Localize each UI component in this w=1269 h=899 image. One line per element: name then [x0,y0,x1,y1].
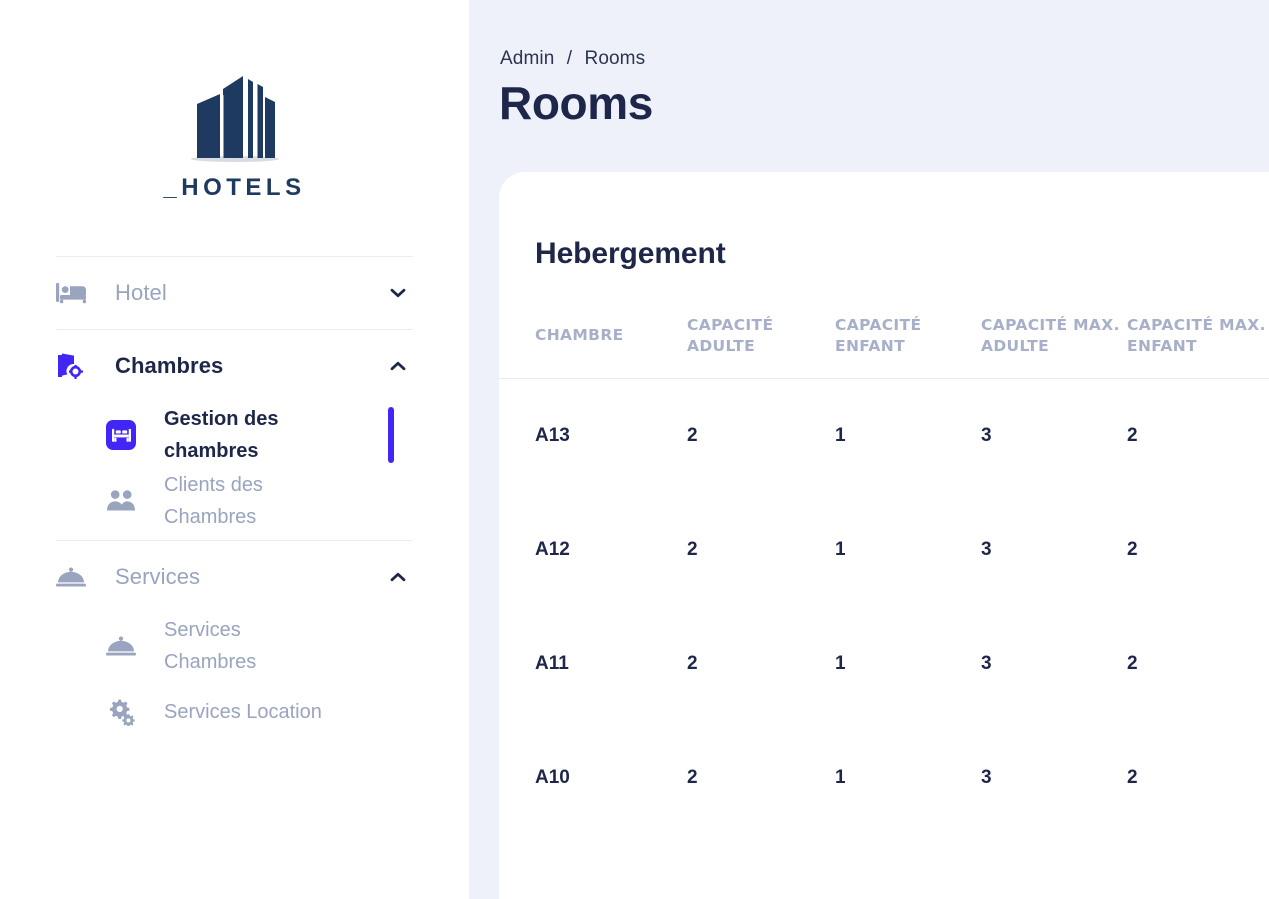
active-indicator-bar [388,407,394,463]
cell-capacite-enfant: 1 [835,539,846,561]
cell-chambre: A10 [535,767,570,789]
chevron-up-icon[interactable] [387,566,409,588]
chevron-up-icon[interactable] [387,355,409,377]
sidebar-item-services-location[interactable]: Services Location [56,679,413,745]
table-row[interactable]: A13 2 1 3 2 [499,379,1269,494]
people-icon [100,489,142,513]
column-header-capacite-enfant[interactable]: CAPACITÉ ENFANT [835,314,981,380]
cell-capacite-max-adulte: 3 [981,425,992,447]
sidebar-nav: Hotel Chambres Gestion des chambres Clie… [0,256,469,751]
cell-capacite-adulte: 2 [687,767,698,789]
card-title: Hebergement [535,236,726,270]
cell-capacite-adulte: 2 [687,539,698,561]
cell-chambre: A12 [535,539,570,561]
room-service-icon [56,566,96,588]
sidebar: _HOTELS Hotel Chambres Gestion des chamb… [0,0,469,899]
cell-capacite-adulte: 2 [687,425,698,447]
gears-icon [100,698,142,726]
column-header-capacite-max-enfant[interactable]: CAPACITÉ MAX. ENFANT [1127,314,1269,380]
sidebar-item-services[interactable]: Services [56,541,413,613]
cell-capacite-max-enfant: 2 [1127,653,1138,675]
column-header-chambre[interactable]: CHAMBRE [499,314,687,380]
sidebar-item-clients-des-chambres[interactable]: Clients des Chambres [56,468,413,534]
cell-capacite-enfant: 1 [835,653,846,675]
rooms-table: CHAMBRE CAPACITÉ ADULTE CAPACITÉ ENFANT … [499,314,1269,836]
subnav-services: Services Chambres Services Location [56,613,413,751]
sidebar-item-gestion-des-chambres[interactable]: Gestion des chambres [56,402,413,468]
sidebar-item-hotel-label: Hotel [115,280,167,305]
cell-capacite-max-enfant: 2 [1127,767,1138,789]
bed-icon [56,280,96,306]
subnav-chambres: Gestion des chambres Clients des Chambre… [56,402,413,540]
bed-badge-icon [100,420,142,450]
sidebar-item-services-location-label: Services Location [164,700,322,723]
cell-capacite-enfant: 1 [835,425,846,447]
cell-chambre: A13 [535,425,570,447]
table-header-row: CHAMBRE CAPACITÉ ADULTE CAPACITÉ ENFANT … [499,314,1269,380]
room-settings-icon [56,352,96,380]
cell-capacite-max-adulte: 3 [981,539,992,561]
breadcrumb-parent[interactable]: Admin [500,48,554,69]
table-row[interactable]: A11 2 1 3 2 [499,607,1269,721]
breadcrumb-current: Rooms [584,48,646,69]
cell-capacite-max-enfant: 2 [1127,425,1138,447]
table-row[interactable]: A12 2 1 3 2 [499,493,1269,607]
cell-capacite-max-adulte: 3 [981,653,992,675]
sidebar-item-chambres[interactable]: Chambres [56,330,413,402]
cell-capacite-max-adulte: 3 [981,767,992,789]
cell-capacite-enfant: 1 [835,767,846,789]
building-logo-icon [190,76,279,162]
sidebar-item-gestion-des-chambres-label: Gestion des chambres [164,407,279,462]
column-header-capacite-adulte[interactable]: CAPACITÉ ADULTE [687,314,835,380]
sidebar-item-services-chambres[interactable]: Services Chambres [56,613,413,679]
sidebar-item-services-chambres-label: Services Chambres [164,618,257,673]
sidebar-item-services-label: Services [115,564,201,589]
hebergement-card: Hebergement CHAMBRE CAPACITÉ ADULTE CAPA… [499,172,1269,899]
page-title: Rooms [499,77,653,129]
chevron-down-icon[interactable] [387,282,409,304]
room-service-icon [100,635,142,657]
brand-logo[interactable]: _HOTELS [0,0,469,202]
breadcrumb: Admin / Rooms [469,0,1269,70]
rooms-table-head: CHAMBRE CAPACITÉ ADULTE CAPACITÉ ENFANT … [499,314,1269,380]
table-row[interactable]: A10 2 1 3 2 [499,721,1269,835]
sidebar-item-hotel[interactable]: Hotel [56,257,413,329]
rooms-table-body: A13 2 1 3 2 A12 2 1 3 2 A11 2 1 3 2 A10 … [499,379,1269,836]
cell-capacite-max-enfant: 2 [1127,539,1138,561]
breadcrumb-separator: / [566,48,573,69]
sidebar-item-clients-des-chambres-label: Clients des Chambres [164,473,263,528]
main-content: Admin / Rooms Rooms Hebergement CHAMBRE … [469,0,1269,899]
sidebar-item-chambres-label: Chambres [115,353,224,378]
cell-chambre: A11 [535,653,569,675]
cell-capacite-adulte: 2 [687,653,698,675]
app-root: _HOTELS Hotel Chambres Gestion des chamb… [0,0,1269,899]
brand-wordmark: _HOTELS [163,174,306,201]
column-header-capacite-max-adulte[interactable]: CAPACITÉ MAX. ADULTE [981,314,1127,380]
